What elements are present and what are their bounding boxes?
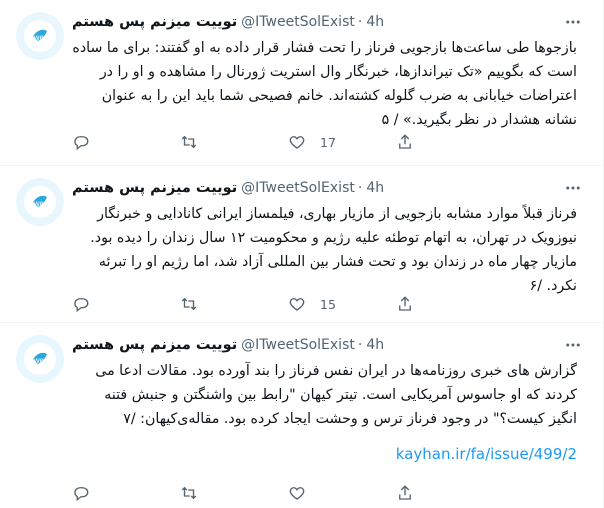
like-button[interactable]: 15 xyxy=(288,294,378,314)
retweet-icon xyxy=(181,135,197,149)
tweet-actions xyxy=(72,483,532,503)
share-icon xyxy=(399,485,411,500)
like-icon xyxy=(289,136,305,149)
display-name[interactable]: توییت میزنم پس هستم xyxy=(72,337,237,353)
like-button[interactable]: 17 xyxy=(288,132,378,152)
more-button[interactable] xyxy=(562,12,584,32)
tweet-text: بازجوها طی ساعت‌ها بازجویی فرناز را تحت … xyxy=(72,40,577,128)
like-button[interactable] xyxy=(288,483,378,503)
tweet-header: توییت میزنم پس هستم @ITweetSolExist · 4h xyxy=(72,335,586,355)
reply-button[interactable] xyxy=(72,483,162,503)
tweet-header: توییت میزنم پس هستم @ITweetSolExist · 4h xyxy=(72,178,586,198)
share-button[interactable] xyxy=(396,294,486,314)
retweet-icon xyxy=(181,486,197,500)
tweet-bird-avatar: Tweet xyxy=(16,12,64,60)
timeline: Tweet توییت میزنم پس هستم @ITweetSolExis… xyxy=(0,0,604,508)
more-icon xyxy=(566,343,580,347)
more-button[interactable] xyxy=(562,335,584,355)
reply-icon xyxy=(74,487,89,502)
tweet-actions: 15 xyxy=(72,294,532,314)
reply-icon xyxy=(74,136,89,151)
like-count: 15 xyxy=(320,296,336,312)
display-name[interactable]: توییت میزنم پس هستم xyxy=(72,180,237,196)
handle[interactable]: @ITweetSolExist xyxy=(241,180,355,196)
share-button[interactable] xyxy=(396,483,486,503)
separator: · xyxy=(357,337,363,353)
share-icon xyxy=(399,296,411,311)
separator: · xyxy=(357,14,363,30)
like-icon xyxy=(289,487,305,500)
tweet-actions: 17 xyxy=(72,132,532,152)
article-link[interactable]: kayhan.ir/fa/issue/499/2 xyxy=(396,445,577,463)
timestamp[interactable]: 4h xyxy=(366,337,384,353)
avatar[interactable]: Tweet xyxy=(16,178,64,226)
tweet[interactable]: Tweet توییت میزنم پس هستم @ITweetSolExis… xyxy=(0,0,602,166)
avatar[interactable]: Tweet xyxy=(16,12,64,60)
reply-icon xyxy=(74,298,89,313)
retweet-button[interactable] xyxy=(180,483,270,503)
retweet-button[interactable] xyxy=(180,132,270,152)
tweet-text: فرناز قبلاً موارد مشابه بازجویی از مازیا… xyxy=(90,206,577,294)
avatar[interactable]: Tweet xyxy=(16,335,64,383)
avatar-label: Tweet xyxy=(29,356,51,365)
tweet-header: توییت میزنم پس هستم @ITweetSolExist · 4h xyxy=(72,12,586,32)
tweet-bird-avatar: Tweet xyxy=(16,178,64,226)
retweet-icon xyxy=(181,297,197,311)
tweet[interactable]: Tweet توییت میزنم پس هستم @ITweetSolExis… xyxy=(0,323,602,508)
reply-button[interactable] xyxy=(72,132,162,152)
separator: · xyxy=(357,180,363,196)
more-button[interactable] xyxy=(562,178,584,198)
tweet-bird-avatar: Tweet xyxy=(16,335,64,383)
handle[interactable]: @ITweetSolExist xyxy=(241,337,355,353)
retweet-button[interactable] xyxy=(180,294,270,314)
timestamp[interactable]: 4h xyxy=(366,180,384,196)
more-icon xyxy=(566,186,580,190)
like-icon xyxy=(289,298,305,311)
timestamp[interactable]: 4h xyxy=(366,14,384,30)
display-name[interactable]: توییت میزنم پس هستم xyxy=(72,14,237,30)
tweet-text: گزارش های خبری روزنامه‌ها در ایران نفس ف… xyxy=(95,363,577,427)
link-row: kayhan.ir/fa/issue/499/2 xyxy=(72,445,577,463)
reply-button[interactable] xyxy=(72,294,162,314)
more-icon xyxy=(566,20,580,24)
avatar-label: Tweet xyxy=(29,33,51,42)
share-button[interactable] xyxy=(396,132,486,152)
like-count: 17 xyxy=(320,134,336,150)
handle[interactable]: @ITweetSolExist xyxy=(241,14,355,30)
tweet[interactable]: Tweet توییت میزنم پس هستم @ITweetSolExis… xyxy=(0,166,602,323)
share-icon xyxy=(399,134,411,149)
avatar-label: Tweet xyxy=(29,199,51,208)
